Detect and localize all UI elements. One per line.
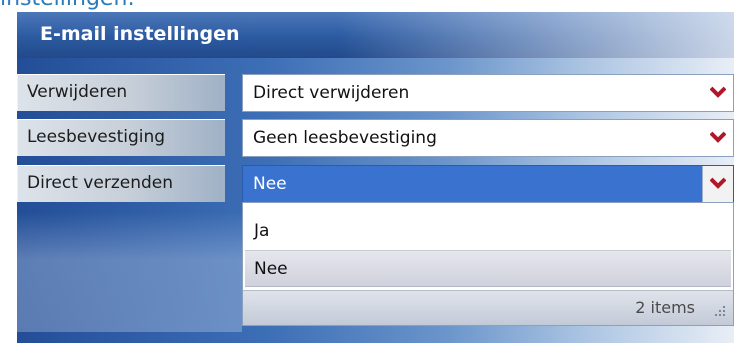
- chevron-down-icon: [710, 177, 726, 189]
- chevron-down-icon: [710, 131, 726, 143]
- option-label: Nee: [254, 259, 288, 279]
- read-receipt-dropdown-toggle[interactable]: [703, 120, 733, 156]
- page-heading: instellingen:: [0, 0, 135, 12]
- send-directly-dropdown-value: Nee: [253, 174, 287, 194]
- read-receipt-dropdown[interactable]: Geen leesbevestiging: [242, 119, 734, 157]
- option-ja[interactable]: Ja: [245, 213, 731, 250]
- delete-dropdown[interactable]: Direct verwijderen: [242, 74, 734, 112]
- read-receipt-label-cell: Leesbevestiging: [17, 119, 225, 156]
- option-label: Ja: [254, 221, 270, 241]
- send-directly-dropdown-toggle[interactable]: [702, 166, 733, 202]
- item-count: 2 items: [635, 298, 695, 317]
- read-receipt-label: Leesbevestiging: [27, 127, 166, 147]
- send-directly-options-popup: Ja Nee 2 items: [242, 202, 734, 326]
- send-directly-dropdown[interactable]: Nee: [242, 165, 734, 203]
- read-receipt-dropdown-value: Geen leesbevestiging: [253, 128, 437, 148]
- send-directly-label: Direct verzenden: [27, 173, 173, 193]
- delete-label: Verwijderen: [27, 82, 128, 102]
- option-nee[interactable]: Nee: [245, 250, 731, 287]
- delete-dropdown-toggle[interactable]: [703, 75, 733, 111]
- send-directly-label-cell: Direct verzenden: [17, 165, 225, 202]
- chevron-down-icon: [710, 86, 726, 98]
- delete-label-cell: Verwijderen: [17, 74, 225, 111]
- panel-title: E-mail instellingen: [40, 23, 240, 45]
- popup-footer: 2 items: [243, 290, 733, 325]
- resize-grip-icon[interactable]: [711, 303, 727, 319]
- delete-dropdown-value: Direct verwijderen: [253, 83, 410, 103]
